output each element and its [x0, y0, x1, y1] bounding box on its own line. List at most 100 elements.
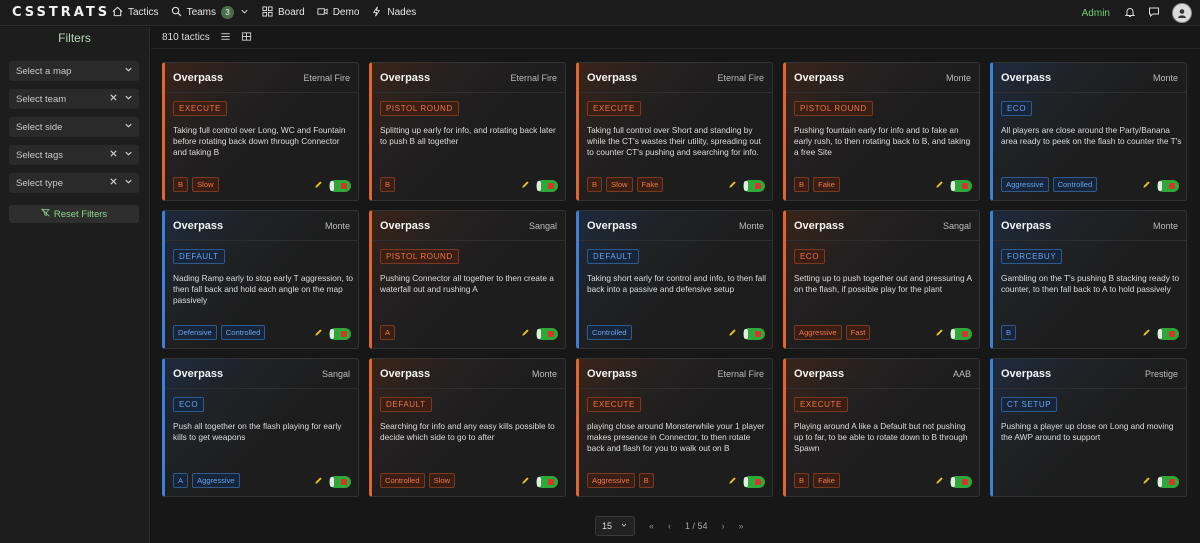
delete-indicator-icon: [341, 479, 347, 485]
chevron-down-icon[interactable]: [124, 177, 133, 189]
tactic-map: Overpass: [794, 367, 845, 380]
tactic-tag: B: [173, 177, 189, 192]
tactic-toggle[interactable]: [950, 180, 972, 192]
clear-icon[interactable]: [109, 93, 118, 105]
tactic-type-badge: ECO: [1001, 101, 1033, 116]
edit-pencil-icon[interactable]: [521, 328, 530, 340]
nav-board-label: Board: [278, 7, 305, 18]
clear-icon[interactable]: [109, 149, 118, 161]
edit-pencil-icon[interactable]: [1142, 476, 1151, 488]
prev-page-icon[interactable]: ‹: [668, 521, 671, 531]
edit-pencil-icon[interactable]: [935, 180, 944, 192]
filter-select-4[interactable]: Select type: [9, 173, 139, 193]
tactic-toggle[interactable]: [1157, 180, 1179, 192]
tactic-map: Overpass: [1001, 71, 1052, 84]
nav-nades[interactable]: Nades: [371, 0, 416, 26]
edit-pencil-icon[interactable]: [314, 180, 323, 192]
filter-placeholder: Select team: [16, 93, 67, 105]
tactic-card[interactable]: Overpass Sangal ECO Push all together on…: [162, 358, 359, 497]
tactic-card[interactable]: Overpass Monte DEFAULT Nading Ramp early…: [162, 210, 359, 349]
tactic-card[interactable]: Overpass Prestige CT SETUP Pushing a pla…: [990, 358, 1187, 497]
tactic-team: Sangal: [528, 220, 557, 231]
tactic-card[interactable]: Overpass Monte PISTOL ROUND Pushing foun…: [783, 62, 980, 201]
tactic-type-badge: EXECUTE: [173, 101, 227, 116]
edit-pencil-icon[interactable]: [728, 328, 737, 340]
filter-select-0[interactable]: Select a map: [9, 61, 139, 81]
message-icon[interactable]: [1148, 6, 1160, 21]
list-view-icon[interactable]: [220, 31, 231, 45]
tactic-card[interactable]: Overpass Sangal PISTOL ROUND Pushing Con…: [369, 210, 566, 349]
tactic-toggle[interactable]: [329, 328, 351, 340]
tactic-toggle[interactable]: [950, 328, 972, 340]
tactic-card[interactable]: Overpass Monte DEFAULT Taking short earl…: [576, 210, 773, 349]
tactic-card[interactable]: Overpass Eternal Fire EXECUTE playing cl…: [576, 358, 773, 497]
edit-pencil-icon[interactable]: [1142, 180, 1151, 192]
filter-off-icon: [41, 208, 50, 220]
tactic-tags: B Fake: [794, 473, 840, 488]
tactic-tag: Fake: [636, 177, 664, 192]
page-size-select[interactable]: 15: [595, 516, 635, 536]
tactic-tags: B: [1001, 325, 1017, 340]
tactic-toggle[interactable]: [536, 180, 558, 192]
filter-select-3[interactable]: Select tags: [9, 145, 139, 165]
chevron-down-icon[interactable]: [124, 93, 133, 105]
avatar[interactable]: [1172, 3, 1192, 23]
tactic-toggle[interactable]: [536, 328, 558, 340]
tactic-card[interactable]: Overpass Eternal Fire EXECUTE Taking ful…: [576, 62, 773, 201]
delete-indicator-icon: [341, 183, 347, 189]
reset-filters-button[interactable]: Reset Filters: [9, 205, 139, 223]
tactic-card[interactable]: Overpass Eternal Fire PISTOL ROUND Split…: [369, 62, 566, 201]
edit-pencil-icon[interactable]: [521, 180, 530, 192]
tactic-map: Overpass: [173, 71, 224, 84]
tactic-card[interactable]: Overpass Monte ECO All players are close…: [990, 62, 1187, 201]
filter-select-2[interactable]: Select side: [9, 117, 139, 137]
table-view-icon[interactable]: [241, 31, 252, 45]
teams-count-badge: 3: [221, 6, 235, 19]
nav-board[interactable]: Board: [262, 0, 305, 26]
edit-pencil-icon[interactable]: [314, 476, 323, 488]
tactic-team: AAB: [952, 368, 971, 379]
edit-pencil-icon[interactable]: [314, 328, 323, 340]
tactic-toggle[interactable]: [1157, 328, 1179, 340]
edit-pencil-icon[interactable]: [1142, 328, 1151, 340]
tactic-toggle[interactable]: [329, 476, 351, 488]
chevron-down-icon[interactable]: [124, 65, 133, 77]
tactic-card-header: Overpass Sangal: [786, 211, 979, 241]
edit-pencil-icon[interactable]: [935, 328, 944, 340]
next-page-icon[interactable]: ›: [722, 521, 725, 531]
tactic-tags: B: [380, 177, 396, 192]
clear-icon[interactable]: [109, 177, 118, 189]
tactic-toggle[interactable]: [329, 180, 351, 192]
tactic-team: Monte: [945, 72, 971, 83]
grid-icon: [262, 5, 273, 20]
tactic-team: Monte: [324, 220, 350, 231]
tactic-card[interactable]: Overpass AAB EXECUTE Playing around A li…: [783, 358, 980, 497]
edit-pencil-icon[interactable]: [521, 476, 530, 488]
last-page-icon[interactable]: »: [739, 521, 744, 531]
bell-icon[interactable]: [1124, 6, 1136, 21]
nav-demo[interactable]: Demo: [317, 0, 359, 26]
user-name[interactable]: Admin: [1082, 8, 1110, 19]
tactic-card[interactable]: Overpass Monte FORCEBUY Gambling on the …: [990, 210, 1187, 349]
tactic-card[interactable]: Overpass Sangal ECO Setting up to push t…: [783, 210, 980, 349]
tactic-card[interactable]: Overpass Eternal Fire EXECUTE Taking ful…: [162, 62, 359, 201]
nav-tactics[interactable]: Tactics: [112, 0, 159, 26]
filter-select-1[interactable]: Select team: [9, 89, 139, 109]
tactic-type-badge: PISTOL ROUND: [380, 249, 459, 264]
tactic-toggle[interactable]: [536, 476, 558, 488]
chevron-down-icon[interactable]: [124, 149, 133, 161]
tactic-toggle[interactable]: [743, 328, 765, 340]
first-page-icon[interactable]: «: [649, 521, 654, 531]
edit-pencil-icon[interactable]: [728, 476, 737, 488]
edit-pencil-icon[interactable]: [728, 180, 737, 192]
tactic-toggle[interactable]: [1157, 476, 1179, 488]
tactic-toggle[interactable]: [743, 180, 765, 192]
tactic-toggle[interactable]: [950, 476, 972, 488]
tactic-card-header: Overpass Sangal: [372, 211, 565, 241]
chevron-down-icon[interactable]: [124, 121, 133, 133]
app-logo[interactable]: CSSTRATS: [12, 5, 107, 20]
tactic-toggle[interactable]: [743, 476, 765, 488]
nav-teams[interactable]: Teams 3: [171, 0, 250, 26]
edit-pencil-icon[interactable]: [935, 476, 944, 488]
tactic-card[interactable]: Overpass Monte DEFAULT Searching for inf…: [369, 358, 566, 497]
